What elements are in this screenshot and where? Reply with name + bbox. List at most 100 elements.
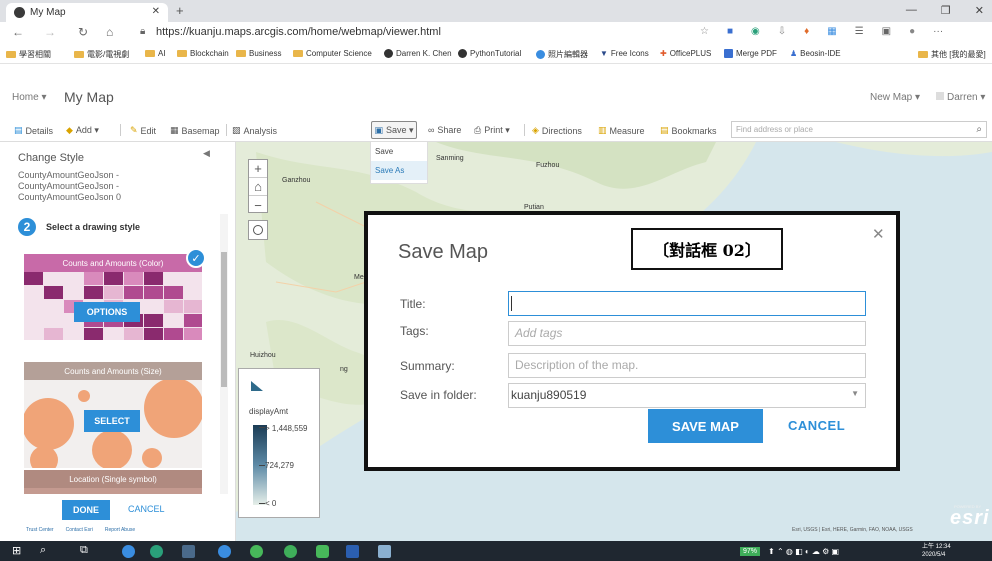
basemap-button[interactable]: ▦ Basemap	[170, 125, 220, 136]
collections-icon[interactable]: ▣	[882, 26, 891, 37]
measure-button[interactable]: ▥ Measure	[598, 125, 645, 136]
save-as-menu-item[interactable]: Save As	[371, 161, 427, 180]
bookmark-folder[interactable]: Computer Science	[293, 49, 372, 58]
refresh-icon[interactable]: ↻	[78, 25, 88, 39]
chrome-icon[interactable]	[284, 545, 297, 558]
bookmark-folder[interactable]: 電影/電視劇	[74, 49, 129, 60]
analysis-button[interactable]: ▨ Analysis	[232, 125, 277, 136]
home-menu[interactable]: Home ▾	[12, 92, 46, 103]
other-bookmarks[interactable]: 其他 [我的最愛]	[918, 49, 986, 60]
telegram-icon[interactable]	[218, 545, 231, 558]
extension-icon[interactable]: ▦	[827, 26, 836, 37]
search-icon[interactable]: ⌕	[40, 544, 53, 557]
battery-indicator[interactable]: 97%	[740, 546, 761, 556]
new-map-menu[interactable]: New Map ▾	[870, 92, 920, 103]
bookmarks-button[interactable]: ▤ Bookmarks	[660, 125, 717, 136]
extension-icon[interactable]: ♦	[804, 26, 809, 37]
extension-icon[interactable]: ■	[727, 26, 733, 37]
options-button[interactable]: OPTIONS	[74, 302, 140, 322]
bookmark-link[interactable]: Merge PDF	[724, 49, 777, 58]
locate-icon[interactable]	[248, 220, 268, 240]
tags-input[interactable]: Add tags	[508, 321, 866, 346]
report-abuse-link[interactable]: Report Abuse	[105, 527, 135, 533]
download-icon[interactable]: ⇩	[778, 26, 786, 37]
zoom-in-icon[interactable]: +	[249, 160, 267, 178]
search-input[interactable]: Find address or place ⌕	[731, 121, 987, 138]
style-card-counts-size[interactable]: Counts and Amounts (Size) SELECT	[24, 362, 202, 468]
bookmark-link[interactable]: PythonTutorial	[458, 49, 521, 58]
new-tab-icon[interactable]: +	[176, 3, 184, 18]
default-extent-icon[interactable]: ⌂	[249, 178, 267, 196]
bookmark-folder[interactable]: AI	[145, 49, 166, 58]
wechat-icon[interactable]	[250, 545, 263, 558]
close-tab-icon[interactable]: ✕	[152, 6, 160, 17]
terminal-icon[interactable]	[182, 545, 195, 558]
save-button[interactable]: ▣ Save ▾	[371, 121, 417, 139]
close-icon[interactable]: ✕	[872, 225, 885, 243]
legend-mid: 724,279	[265, 461, 294, 470]
extension-icon[interactable]: ◉	[751, 26, 760, 37]
tray-icons[interactable]: ⬆ ⌃ ◍ ◧ ◐ ☁ ⚙ ▣	[768, 547, 839, 556]
cancel-button[interactable]: CANCEL	[788, 418, 845, 433]
zoom-out-icon[interactable]: −	[249, 196, 267, 214]
bookmark-link[interactable]: ▼ Free Icons	[600, 49, 649, 58]
line-icon[interactable]	[316, 545, 329, 558]
style-card-counts-color[interactable]: Counts and Amounts (Color) OPTIONS	[24, 254, 202, 340]
edit-button[interactable]: ✎ Edit	[130, 125, 156, 136]
bookmark-link[interactable]: 照片編輯器	[536, 49, 588, 60]
print-button[interactable]: ⎙ Print ▾	[474, 125, 510, 136]
profile-icon[interactable]: ●	[909, 26, 915, 37]
back-icon[interactable]: ←	[12, 25, 24, 39]
divider	[226, 124, 227, 136]
windows-start-icon[interactable]: ⊞	[12, 544, 25, 557]
bookmark-link[interactable]: ✚ OfficePLUS	[660, 49, 711, 58]
bookmark-folder[interactable]: Blockchain	[177, 49, 229, 58]
bookmark-link[interactable]: Darren K. Chen	[384, 49, 452, 58]
app-icon[interactable]	[378, 545, 391, 558]
collapse-panel-icon[interactable]: ◀	[203, 148, 210, 159]
folder-icon	[177, 50, 187, 57]
favorite-star-icon[interactable]: ☆	[700, 26, 709, 37]
edge-browser-icon[interactable]	[122, 545, 135, 558]
details-button[interactable]: ▤ Details	[14, 125, 53, 136]
app-icon[interactable]	[150, 545, 163, 558]
restore-icon[interactable]: ❐	[941, 4, 951, 17]
close-window-icon[interactable]: ✕	[975, 4, 984, 17]
card-title: Location (Single symbol)	[24, 470, 202, 488]
minimize-icon[interactable]: —	[906, 4, 917, 17]
clock[interactable]: 上午 12:34 2020/5/4	[922, 543, 951, 559]
home-icon[interactable]: ⌂	[106, 25, 113, 39]
directions-button[interactable]: ◈ Directions	[532, 125, 582, 136]
done-button[interactable]: DONE	[62, 500, 110, 520]
trust-center-link[interactable]: Trust Center	[26, 527, 54, 533]
more-menu-icon[interactable]: ···	[933, 26, 943, 37]
add-button[interactable]: ◆ Add ▾	[66, 125, 99, 136]
browser-tab[interactable]: My Map ✕	[6, 3, 168, 22]
word-icon[interactable]	[346, 545, 359, 558]
save-map-button[interactable]: SAVE MAP	[648, 409, 763, 443]
title-input[interactable]	[508, 291, 866, 316]
scrollbar-thumb[interactable]	[221, 252, 227, 387]
save-menu-item[interactable]: Save	[371, 142, 427, 161]
bookmark-folder[interactable]: 學習相關	[6, 49, 51, 60]
style-card-location[interactable]: Location (Single symbol)	[24, 470, 202, 494]
user-menu[interactable]: Darren ▾	[936, 92, 985, 103]
map-label: Huizhou	[250, 352, 276, 359]
favorites-bar-icon[interactable]: ☰	[855, 26, 864, 37]
card-title: Counts and Amounts (Color)	[24, 254, 202, 272]
summary-input[interactable]: Description of the map.	[508, 353, 866, 378]
search-icon[interactable]: ⌕	[976, 124, 982, 135]
bookmark-link[interactable]: ♟ Beosin-IDE	[790, 49, 841, 58]
map-attribution[interactable]: Esri, USGS | Esri, HERE, Garmin, FAO, NO…	[792, 527, 913, 533]
select-button[interactable]: SELECT	[84, 410, 140, 432]
url-field[interactable]: https://kuanju.maps.arcgis.com/home/webm…	[156, 26, 441, 38]
folder-icon	[145, 50, 155, 57]
share-button[interactable]: ∞ Share	[428, 125, 461, 135]
contact-esri-link[interactable]: Contact Esri	[66, 527, 93, 533]
bookmarks-bar: 學習相關 電影/電視劇 AI Blockchain Business Compu…	[0, 44, 992, 64]
task-view-icon[interactable]: ⧉	[80, 544, 93, 557]
bookmark-folder[interactable]: Business	[236, 49, 281, 58]
cancel-button[interactable]: CANCEL	[128, 504, 165, 514]
folder-select[interactable]: kuanju890519 ▼	[508, 383, 866, 408]
forward-icon[interactable]: →	[44, 25, 56, 39]
